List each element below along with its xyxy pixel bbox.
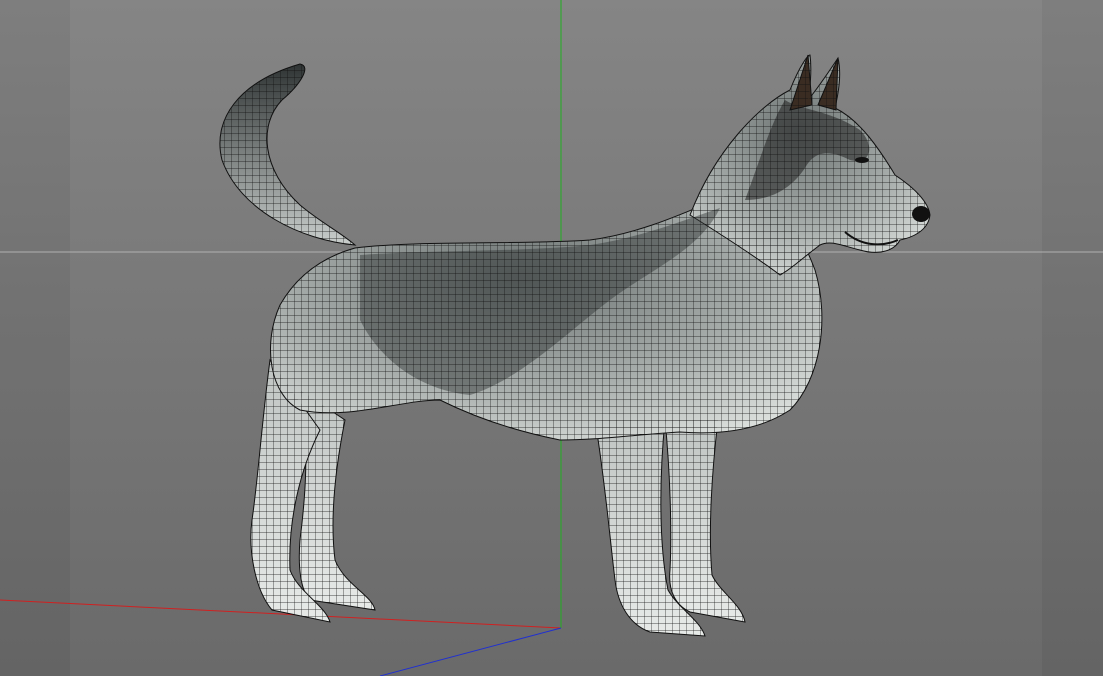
- 3d-viewport[interactable]: [0, 0, 1103, 676]
- husky-mesh-model[interactable]: [219, 54, 931, 637]
- scene-canvas[interactable]: [0, 0, 1103, 676]
- dog-tail-wireframe: [219, 64, 355, 245]
- z-axis-line: [379, 627, 562, 676]
